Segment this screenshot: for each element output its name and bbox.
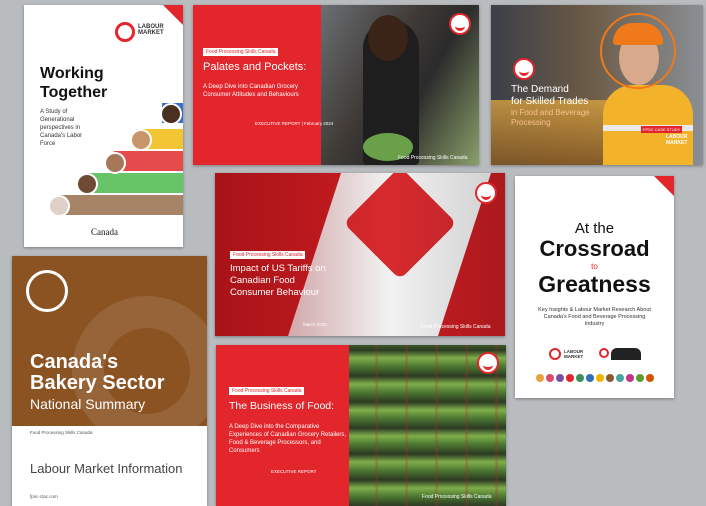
- title-line2: Together: [40, 84, 108, 101]
- corner-flag: [163, 5, 183, 25]
- title: Palates and Pockets:: [203, 61, 307, 73]
- subtitle: A Deep Dive into the Comparative Experie…: [229, 424, 347, 454]
- report-tag: Food Processing Skills Canada: [229, 387, 305, 395]
- subtitle: National Summary: [30, 396, 146, 412]
- person-head: [368, 15, 408, 61]
- sponsor-logo-icon: [566, 374, 574, 382]
- cover-us-tariffs[interactable]: Food Processing Skills Canada Impact of …: [215, 173, 505, 336]
- title-line2: Bakery Sector: [30, 372, 165, 394]
- canada-wordmark: Canada: [91, 227, 118, 237]
- footer-brand: Food Processing Skills Canada: [422, 494, 492, 500]
- brand-logo-icon: [26, 270, 68, 312]
- footer-brand: Food Processing Skills Canada: [421, 324, 491, 330]
- report-meta: EXECUTIVE REPORT | February 2024: [255, 121, 334, 126]
- avatar: [160, 103, 182, 125]
- title-line1: Working: [40, 65, 104, 82]
- avatar: [48, 195, 70, 217]
- subtitle: A Deep Dive into Canadian Grocery Consum…: [203, 84, 299, 98]
- stripe-brown: [58, 195, 183, 215]
- report-tag: Food Processing Skills Canada: [230, 251, 306, 259]
- cover-skilled-trades[interactable]: The Demand for Skilled Trades in Food an…: [491, 5, 703, 165]
- avatar: [130, 129, 152, 151]
- cover-crossroad-greatness[interactable]: At the Crossroad to Greatness Key Insigh…: [515, 176, 674, 398]
- brand-name: LABOUR MARKET: [564, 349, 584, 359]
- cover-palates-pockets[interactable]: Food Processing Skills Canada Palates an…: [193, 5, 479, 165]
- sponsor-logo-icon: [616, 374, 624, 382]
- partner-logo-icon: [599, 348, 609, 358]
- report-date: March 2025: [303, 322, 327, 327]
- lower-title: Labour Market Information: [30, 461, 183, 476]
- brand-logo-icon: [549, 348, 561, 360]
- case-study-badge: FPSC CASE STUDY: [641, 126, 683, 133]
- stripe-green: [88, 173, 183, 193]
- cover-business-of-food[interactable]: Food Processing Skills Canada The Busine…: [216, 345, 506, 506]
- sponsor-logo-icon: [646, 374, 654, 382]
- brand-name: LABOUR MARKET: [138, 24, 164, 36]
- cover-bakery-sector[interactable]: Canada's Bakery Sector National Summary …: [12, 256, 207, 506]
- website-url: fpsc-ctac.com: [30, 494, 58, 499]
- title-line4: Processing: [511, 118, 551, 127]
- sponsor-logo-icon: [606, 374, 614, 382]
- title-line1: The Demand: [511, 84, 569, 95]
- brand-small: Food Processing Skills Canada: [30, 430, 93, 435]
- corner-flag: [654, 176, 674, 196]
- brand-logo-icon: [477, 352, 499, 374]
- subtitle: Key Insights & Labour Market Research Ab…: [538, 307, 651, 327]
- partner-logo-icon: [611, 348, 641, 360]
- brand-logo-icon: [513, 58, 535, 80]
- report-meta: EXECUTIVE REPORT: [271, 469, 317, 474]
- avatar: [76, 173, 98, 195]
- title-line1: At the: [574, 220, 615, 237]
- title-line3: in Food and Beverage: [511, 108, 590, 117]
- sponsor-logo-icon: [546, 374, 554, 382]
- title: The Business of Food:: [229, 400, 335, 412]
- title-line2: for Skilled Trades: [511, 96, 589, 107]
- title-line1: Canada's: [30, 351, 119, 373]
- sponsor-logo-icon: [596, 374, 604, 382]
- brand-name: LABOUR MARKET: [666, 134, 688, 146]
- avatar: [104, 152, 126, 174]
- footer-brand: Food Processing Skills Canada: [398, 155, 468, 161]
- brand-logo-icon: [115, 22, 135, 42]
- sponsor-logo-row: [536, 374, 656, 384]
- sponsor-logo-icon: [636, 374, 644, 382]
- sponsor-logo-icon: [626, 374, 634, 382]
- title: Impact of US Tariffs on Canadian Food Co…: [230, 263, 326, 298]
- report-tag: Food Processing Skills Canada: [203, 48, 279, 56]
- subtitle: A Study of Generational perspectives in …: [40, 109, 83, 147]
- sponsor-logo-icon: [536, 374, 544, 382]
- brand-logo-icon: [475, 182, 497, 204]
- sponsor-logo-icon: [586, 374, 594, 382]
- title-line3: to: [591, 262, 598, 271]
- title-line2: Crossroad: [539, 236, 650, 261]
- sponsor-logo-icon: [576, 374, 584, 382]
- brand-logo-icon: [449, 13, 471, 35]
- title-line4: Greatness: [538, 271, 651, 297]
- cover-working-together[interactable]: LABOUR MARKET Working Together A Study o…: [24, 5, 183, 247]
- spotlight-circle: [600, 13, 676, 89]
- sponsor-logo-icon: [556, 374, 564, 382]
